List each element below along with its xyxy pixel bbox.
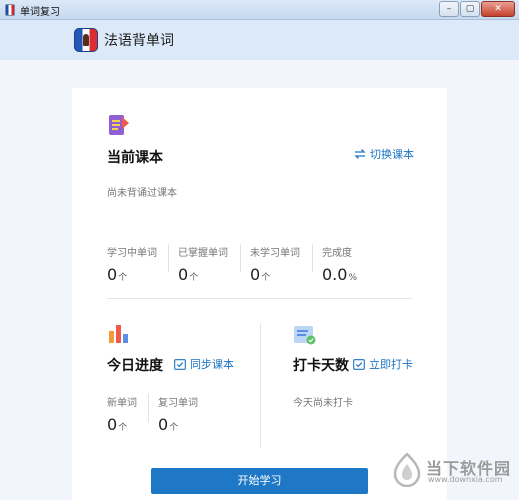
checkin-days-title: 打卡天数 xyxy=(293,358,349,374)
section-divider xyxy=(107,298,412,299)
stat-value: 0 xyxy=(158,415,169,434)
stat-label: 新单词 xyxy=(107,398,137,409)
divider xyxy=(312,244,313,272)
close-button[interactable]: ✕ xyxy=(481,1,515,17)
stat-label: 已掌握单词 xyxy=(178,248,228,259)
stat-unit: 个 xyxy=(169,423,179,433)
app-logo-icon xyxy=(74,28,98,52)
start-learning-button[interactable]: 开始学习 xyxy=(151,468,368,494)
content-area: 当前课本 切换课本 尚未背诵过课本 学习中单词 0个 已掌握单词 0个 未学习单… xyxy=(0,60,519,500)
stat-completion: 完成度 0.0% xyxy=(322,244,357,284)
calendar-check-icon xyxy=(174,359,186,370)
stat-learning: 学习中单词 0个 xyxy=(107,244,157,284)
today-progress-title: 今日进度 xyxy=(107,358,163,374)
checkin-status: 今天尚未打卡 xyxy=(293,398,353,409)
minimize-button[interactable]: – xyxy=(439,1,459,17)
stat-label: 未学习单词 xyxy=(250,248,300,259)
stat-value: 0 xyxy=(178,265,189,284)
window-controls: – ▢ ✕ xyxy=(439,1,515,17)
watermark: 当下软件园 www.downxia.com xyxy=(392,453,512,491)
sync-book-label: 同步课本 xyxy=(190,358,234,371)
stat-mastered: 已掌握单词 0个 xyxy=(178,244,228,284)
book-icon xyxy=(109,115,129,135)
watermark-url: www.downxia.com xyxy=(428,475,503,484)
current-book-status: 尚未背诵过课本 xyxy=(107,188,177,199)
divider xyxy=(148,394,149,422)
check-in-now-link[interactable]: 立即打卡 xyxy=(353,356,413,372)
stat-unit: % xyxy=(348,273,358,283)
stat-label: 完成度 xyxy=(322,248,352,259)
stat-value: 0 xyxy=(107,415,118,434)
stat-label: 复习单词 xyxy=(158,398,198,409)
app-name: 法语背单词 xyxy=(104,33,174,49)
current-book-title: 当前课本 xyxy=(107,150,163,166)
stat-label: 学习中单词 xyxy=(107,248,157,259)
window-titlebar: 单词复习 – ▢ ✕ xyxy=(0,0,519,20)
window-title: 单词复习 xyxy=(20,7,60,18)
stat-value: 0 xyxy=(107,265,118,284)
sync-book-link[interactable]: 同步课本 xyxy=(174,356,234,372)
stat-unit: 个 xyxy=(189,273,199,283)
study-card: 当前课本 切换课本 尚未背诵过课本 学习中单词 0个 已掌握单词 0个 未学习单… xyxy=(72,88,447,500)
stat-value: 0 xyxy=(250,265,261,284)
stat-unit: 个 xyxy=(118,273,128,283)
checkin-card-icon xyxy=(294,326,316,345)
app-header: 法语背单词 xyxy=(0,20,519,60)
stat-review-words: 复习单词 0个 xyxy=(158,394,198,434)
stat-unit: 个 xyxy=(118,423,128,433)
check-in-now-label: 立即打卡 xyxy=(369,358,413,371)
bar-chart-icon xyxy=(109,325,128,343)
divider xyxy=(168,244,169,272)
app-flag-icon xyxy=(5,4,15,16)
switch-book-label: 切换课本 xyxy=(370,148,414,161)
stat-unlearned: 未学习单词 0个 xyxy=(250,244,300,284)
stat-new-words: 新单词 0个 xyxy=(107,394,137,434)
watermark-logo-icon xyxy=(393,453,421,487)
stat-unit: 个 xyxy=(261,273,271,283)
section-divider-vertical xyxy=(260,323,261,448)
swap-icon xyxy=(354,149,366,159)
stat-value: 0.0 xyxy=(322,265,348,284)
maximize-button[interactable]: ▢ xyxy=(460,1,480,17)
calendar-check-icon xyxy=(353,359,365,370)
divider xyxy=(240,244,241,272)
switch-book-link[interactable]: 切换课本 xyxy=(354,146,414,162)
